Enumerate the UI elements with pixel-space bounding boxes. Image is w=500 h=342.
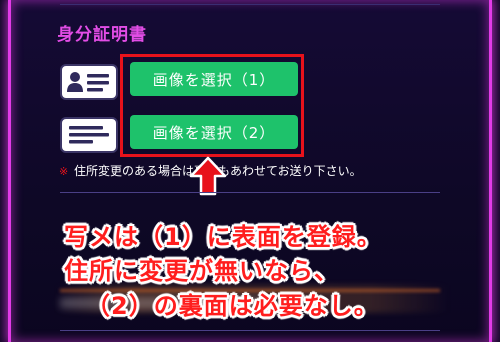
up-arrow-icon (188, 156, 228, 196)
annotation-line-1: 写メは（1）に表面を登録。 (64, 223, 382, 251)
section-divider (60, 192, 440, 193)
annotation-line-3: （2）の裏面は必要なし。 (86, 292, 379, 320)
bottom-divider (60, 330, 440, 331)
note-mark: ※ (59, 165, 69, 178)
section-title: 身分証明書 (57, 25, 147, 45)
select-image-1-button[interactable]: 画像を選択（1） (130, 62, 298, 96)
annotation-line-2: 住所に変更が無いなら、 (64, 257, 339, 285)
id-card-back-icon (60, 117, 118, 153)
select-image-2-button[interactable]: 画像を選択（2） (130, 115, 298, 149)
top-divider (60, 4, 440, 5)
id-card-front-icon (60, 64, 118, 100)
